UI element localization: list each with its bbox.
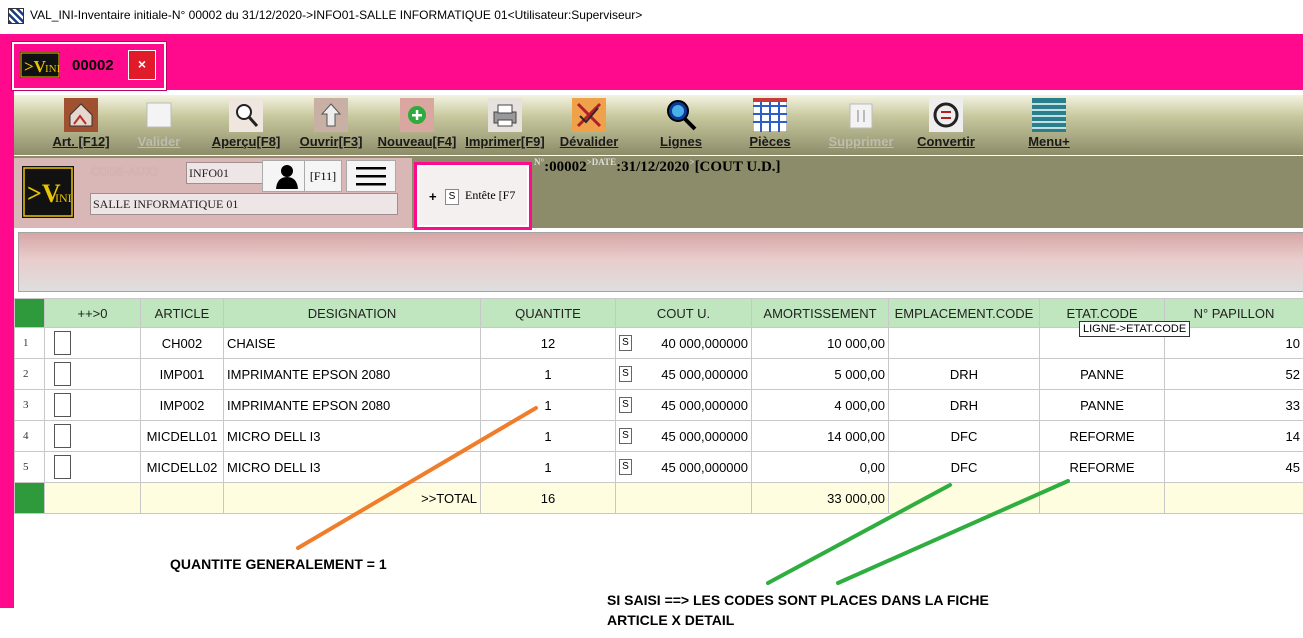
- green-arrow-etat: [836, 479, 1070, 585]
- annotation-arrows: [296, 406, 1070, 585]
- orange-arrow: [296, 406, 538, 550]
- green-arrow-emplacement: [766, 483, 952, 585]
- annotation-codes-line1: SI SAISI ==> LES CODES SONT PLACES DANS …: [607, 592, 989, 608]
- annotation-quantity: QUANTITE GENERALEMENT = 1: [170, 556, 387, 572]
- annotation-codes-line2: ARTICLE X DETAIL: [607, 612, 735, 628]
